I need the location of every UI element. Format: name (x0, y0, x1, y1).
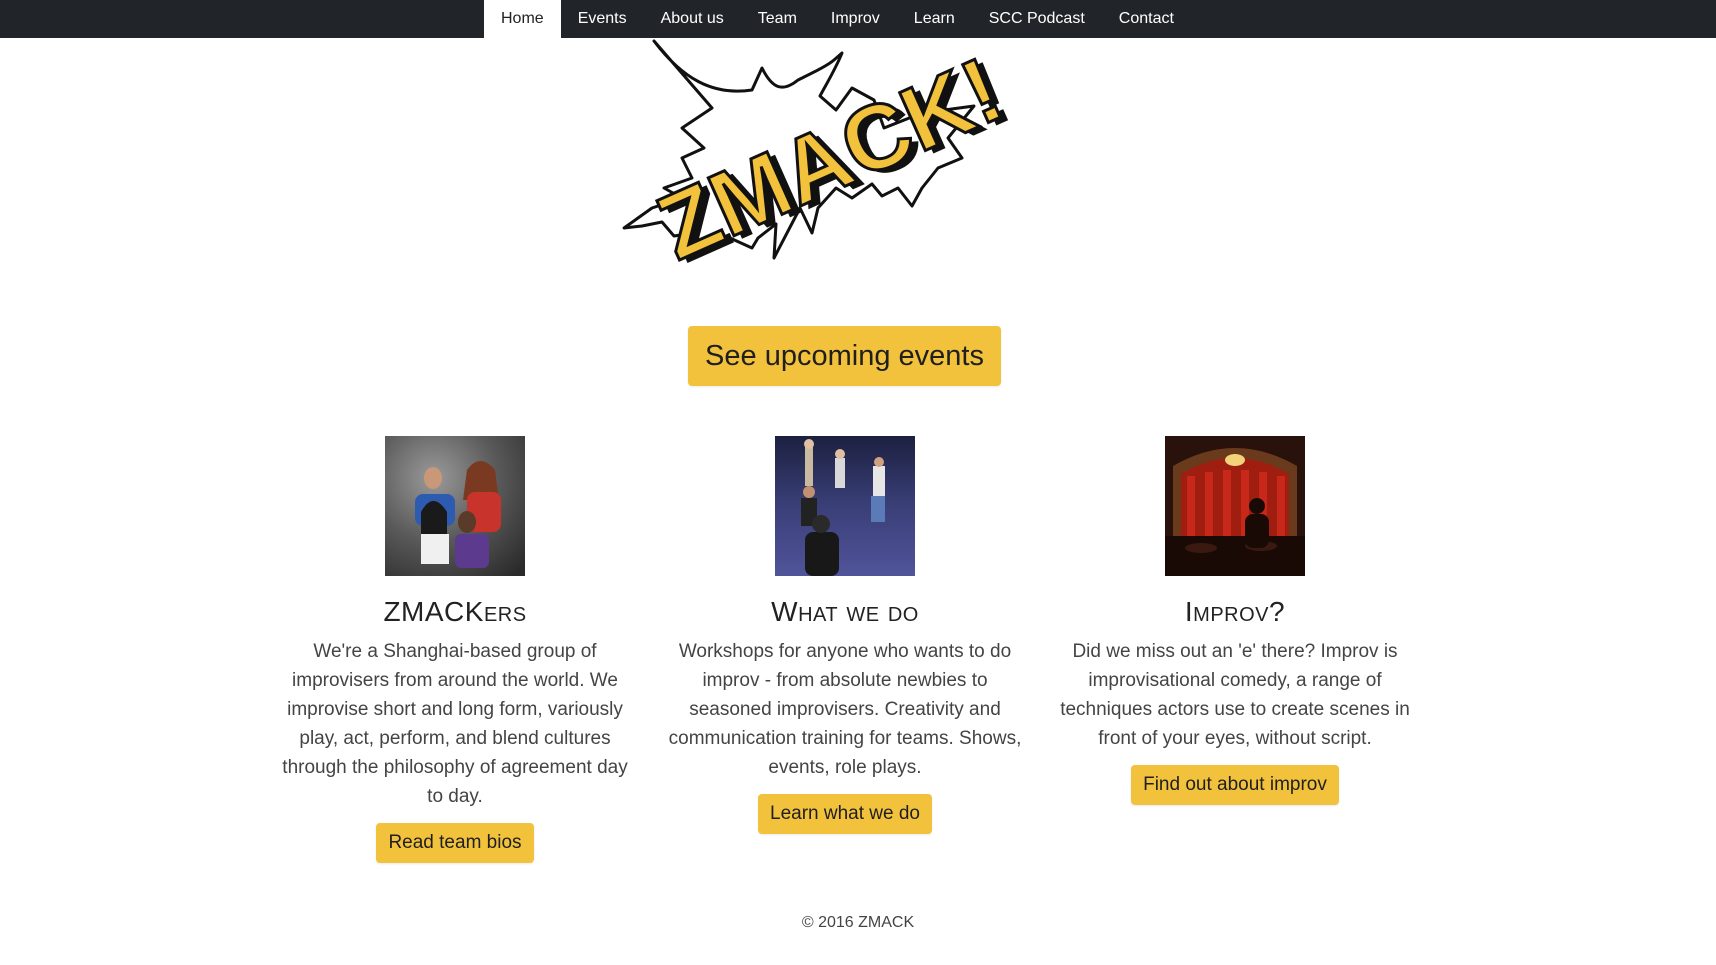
comic-burst-logo-icon: ZMACK! ZMACK! (622, 37, 1025, 282)
find-out-about-improv-button[interactable]: Find out about improv (1131, 765, 1339, 805)
nav-item-contact[interactable]: Contact (1102, 0, 1191, 38)
read-team-bios-button[interactable]: Read team bios (376, 823, 534, 863)
workshop-photo-image (775, 436, 915, 576)
zmack-logo: ZMACK! ZMACK! (622, 37, 1070, 290)
top-navbar: Home Events About us Team Improv Learn S… (0, 0, 1716, 38)
improv-description: Did we miss out an 'e' there? Improv is … (1060, 641, 1410, 749)
nav-item-team[interactable]: Team (741, 0, 814, 38)
nav-item-events[interactable]: Events (561, 0, 644, 38)
theater-photo-image (1165, 436, 1305, 576)
nav-menu: Home Events About us Team Improv Learn S… (484, 0, 1191, 38)
nav-item-home[interactable]: Home (484, 0, 561, 38)
column-zmackers: ZMACKers We're a Shanghai-based group of… (270, 436, 640, 863)
column-improv: Improv? Did we miss out an 'e' there? Im… (1050, 436, 1420, 805)
nav-item-about-us[interactable]: About us (644, 0, 741, 38)
see-upcoming-events-button[interactable]: See upcoming events (688, 326, 1001, 386)
learn-what-we-do-button[interactable]: Learn what we do (758, 794, 932, 834)
nav-item-learn[interactable]: Learn (897, 0, 972, 38)
theater-photo[interactable] (1165, 436, 1305, 576)
zmackers-heading: ZMACKers (383, 596, 527, 627)
what-we-do-description: Workshops for anyone who wants to do imp… (668, 641, 1022, 778)
what-we-do-heading: What we do (771, 596, 919, 627)
nav-item-scc-podcast[interactable]: SCC Podcast (972, 0, 1102, 38)
footer-copyright: © 2016 ZMACK (801, 914, 915, 931)
improv-heading: Improv? (1184, 596, 1286, 627)
team-photo[interactable] (385, 436, 525, 576)
workshop-photo[interactable] (775, 436, 915, 576)
nav-item-improv[interactable]: Improv (814, 0, 897, 38)
zmackers-description: We're a Shanghai-based group of improvis… (282, 641, 628, 807)
team-photo-image (385, 436, 525, 576)
column-what-we-do: What we do Workshops for anyone who want… (660, 436, 1030, 834)
